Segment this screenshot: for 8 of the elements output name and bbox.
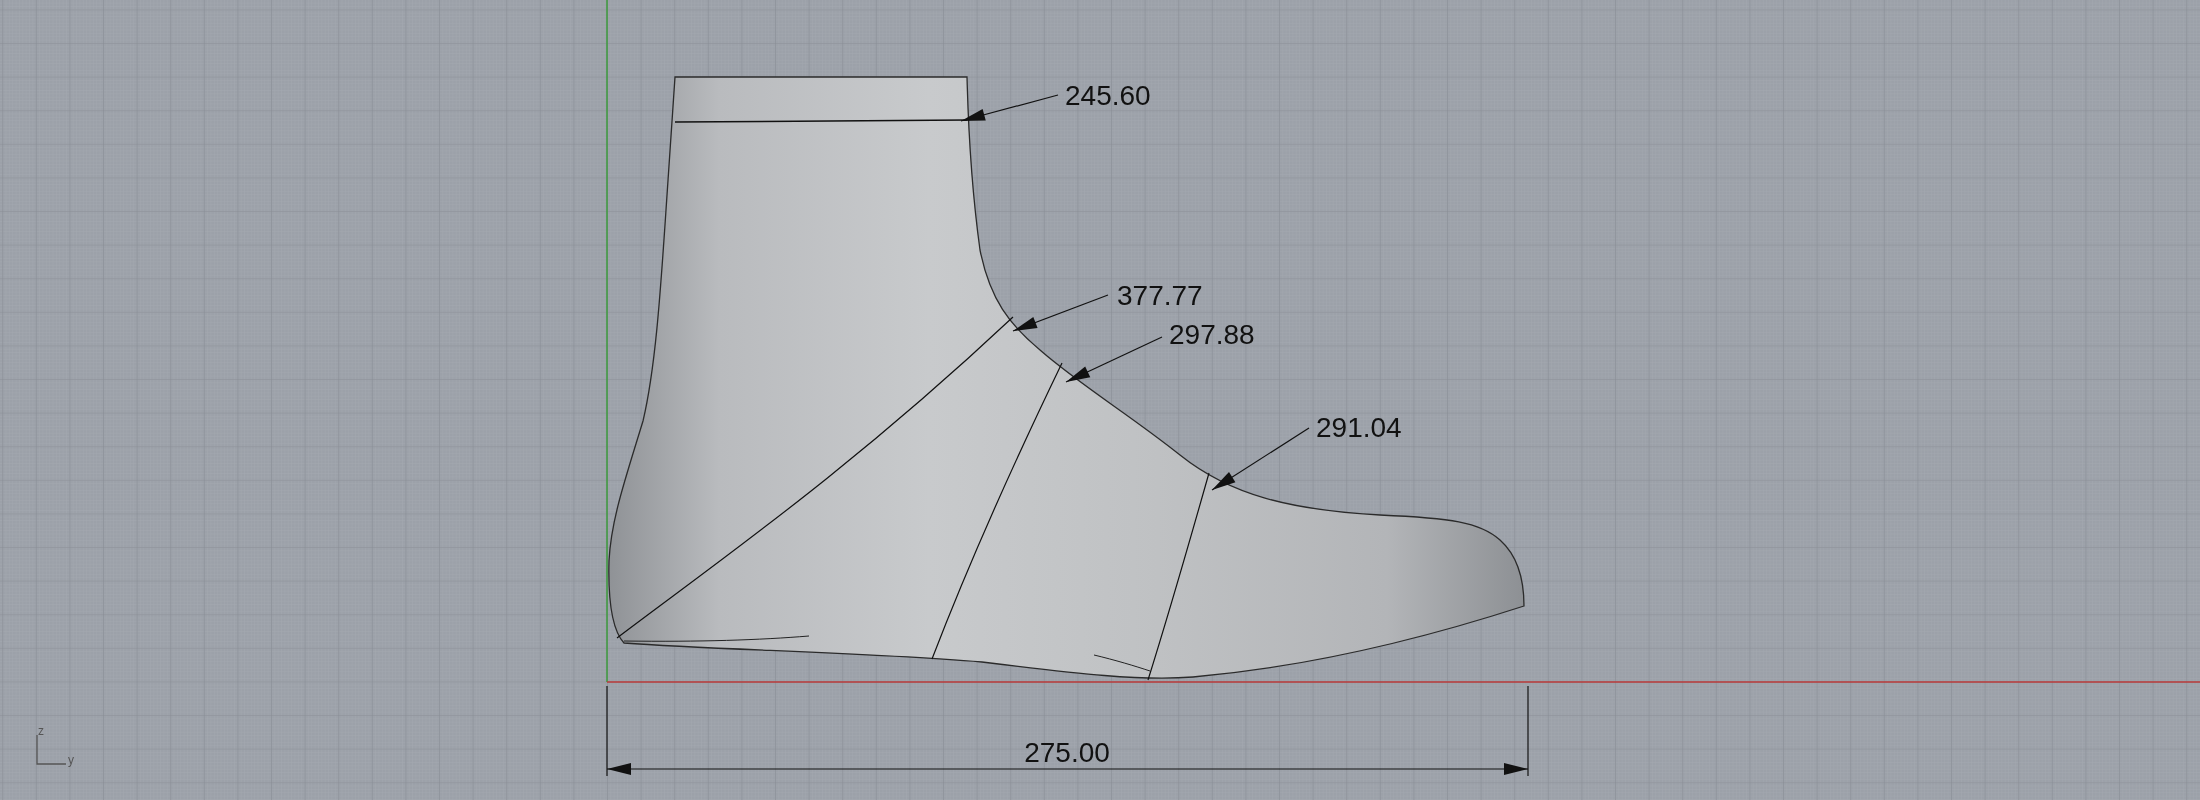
dimension-label: 297.88 bbox=[1169, 319, 1255, 350]
dimension-label: 291.04 bbox=[1316, 412, 1402, 443]
dimension-label: 377.77 bbox=[1117, 280, 1203, 311]
dimension-label: 245.60 bbox=[1065, 80, 1151, 111]
axis-label: y bbox=[68, 753, 74, 767]
dimension-label: 275.00 bbox=[1024, 737, 1110, 768]
axis-icon bbox=[36, 734, 67, 765]
axis-label: z bbox=[38, 724, 44, 738]
